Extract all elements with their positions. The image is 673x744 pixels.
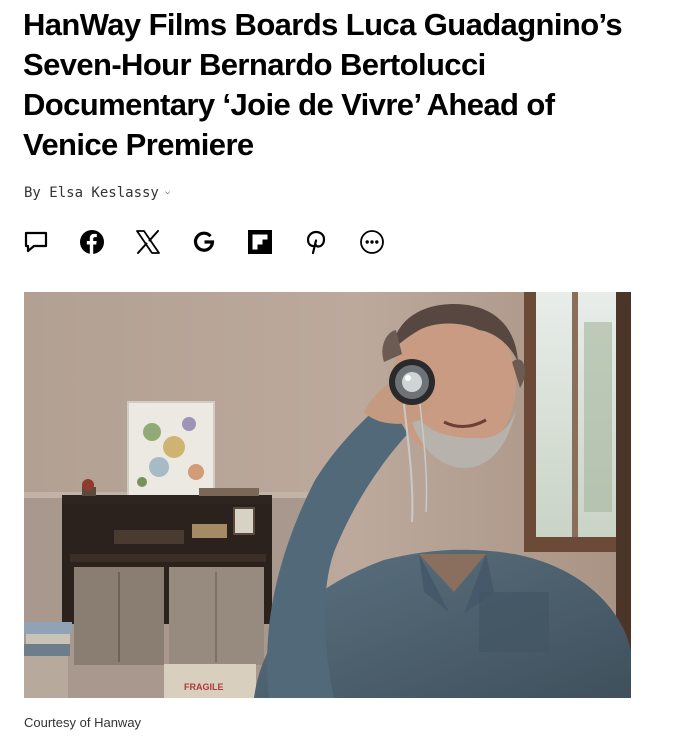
article-photo: FRAGILE — [24, 292, 631, 698]
author-byline[interactable]: By Elsa Keslassy ⌵ — [24, 185, 170, 201]
pinterest-icon — [306, 230, 326, 255]
facebook-icon — [80, 230, 104, 254]
photo-caption: Courtesy of Hanway — [24, 715, 142, 730]
facebook-share-button[interactable] — [79, 229, 105, 255]
photo-illustration: FRAGILE — [24, 292, 631, 698]
fragile-box-label: FRAGILE — [184, 682, 224, 692]
google-share-button[interactable] — [191, 229, 217, 255]
x-share-button[interactable] — [135, 229, 161, 255]
share-bar — [23, 229, 415, 255]
google-icon — [193, 231, 215, 252]
chevron-down-icon: ⌵ — [164, 187, 171, 197]
flipboard-share-button[interactable] — [247, 229, 273, 255]
more-share-button[interactable] — [359, 229, 385, 255]
x-icon — [136, 230, 160, 254]
more-icon — [360, 230, 384, 254]
pinterest-share-button[interactable] — [303, 229, 329, 255]
article-headline: HanWay Films Boards Luca Guadagnino’s Se… — [23, 7, 623, 162]
flipboard-icon — [248, 230, 272, 254]
comment-button[interactable] — [23, 229, 49, 255]
byline-text: By Elsa Keslassy — [24, 185, 159, 201]
comment-icon — [24, 231, 48, 253]
